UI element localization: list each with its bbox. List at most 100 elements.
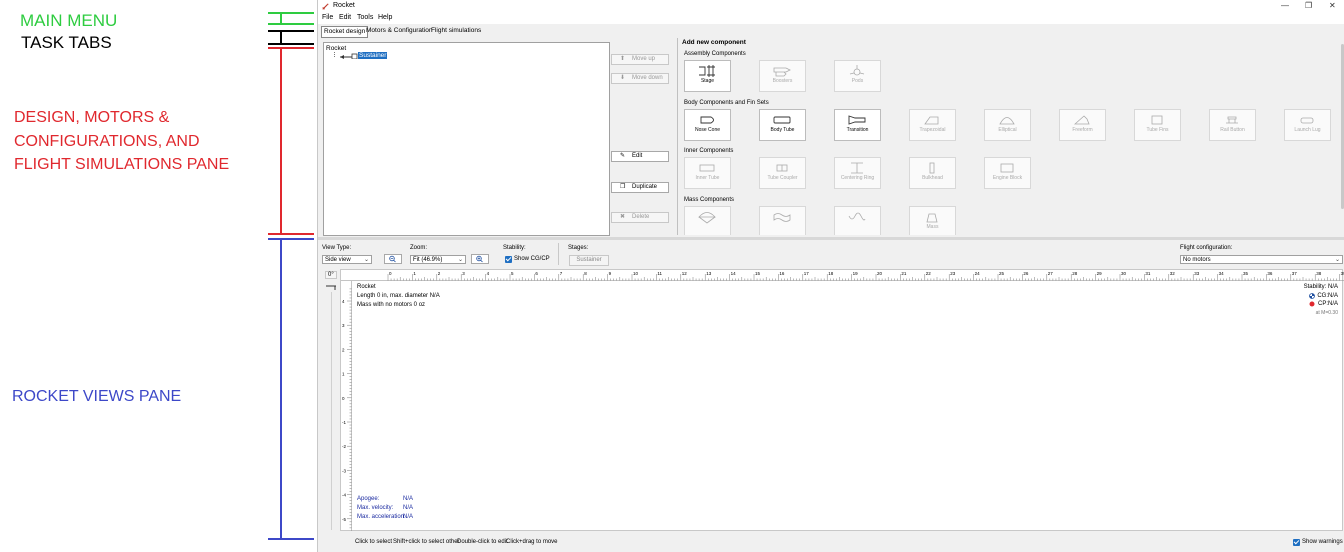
ruler-y-label: -5 [342, 517, 346, 522]
ruler-x-label: 18 [828, 271, 834, 276]
tab-rocket-design[interactable]: Rocket design [321, 26, 369, 38]
body-tube-icon [773, 116, 791, 124]
tree-item-sustainer[interactable]: Sustainer [358, 52, 388, 59]
show-warnings-label: Show warnings [1302, 539, 1343, 545]
add-tube-fins-button[interactable]: Tube Fins [1134, 109, 1181, 141]
close-icon[interactable]: ✕ [1329, 1, 1336, 10]
ruler-x-label: 17 [804, 271, 810, 276]
ruler-x-label: 34 [1219, 271, 1225, 276]
cg-icon [1309, 293, 1315, 299]
ruler-y-label: -3 [342, 468, 346, 473]
zoom-select[interactable]: Fit (46.9%) ⌄ [410, 255, 466, 264]
max-velocity-label: Max. velocity: [357, 505, 394, 511]
trapezoidal-fin-icon [924, 116, 939, 125]
restore-icon[interactable]: ❐ [1305, 1, 1312, 10]
ruler-y-label: 0 [342, 396, 345, 401]
component-label: Stage [700, 78, 715, 84]
component-label: Freeform [1072, 127, 1093, 133]
add-shock-cord-button[interactable] [834, 206, 881, 235]
launch-lug-icon [1300, 117, 1314, 124]
rocket-view-canvas[interactable]: 0 1 2 3 4 5 6 7 8 9 10 11 12 13 14 15 16 17 18 19 20 21 22 23 24… [340, 269, 1344, 531]
add-nose-cone-button[interactable]: Nose Cone [684, 109, 731, 141]
stage-icon [699, 65, 715, 77]
ruler-x-label: 12 [682, 271, 688, 276]
ruler-x-label: 2 [438, 271, 441, 276]
show-warnings-checkbox[interactable] [1293, 539, 1300, 546]
ruler-x-label: 27 [1048, 271, 1054, 276]
add-trapezoidal-fin-button[interactable]: Trapezoidal [909, 109, 956, 141]
ruler-x-label: 8 [584, 271, 587, 276]
mach-value: at M=0.30 [1315, 310, 1338, 316]
add-bulkhead-button[interactable]: Bulkhead [909, 157, 956, 189]
pane-divider[interactable] [318, 237, 1344, 240]
annotation-task-tabs: TASK TABS [21, 33, 112, 52]
stage-sustainer-button[interactable]: Sustainer [569, 255, 609, 266]
menu-edit[interactable]: Edit [339, 14, 351, 21]
add-stage-button[interactable]: Stage [684, 60, 731, 92]
ruler-x-label: 4 [487, 271, 490, 276]
menu-tools[interactable]: Tools [357, 14, 373, 21]
component-label: Trapezoidal [919, 127, 946, 133]
hint-click-select: Click to select [355, 539, 393, 545]
max-acceleration-value: N/A [403, 514, 414, 520]
add-freeform-fin-button[interactable]: Freeform [1059, 109, 1106, 141]
component-label: Rail Button [1220, 127, 1245, 133]
edit-icon: ✎ [620, 153, 626, 159]
add-mass-component-button[interactable]: Mass [909, 206, 956, 235]
ruler-y-label: -4 [342, 493, 346, 498]
ruler-x-label: 1 [413, 271, 416, 276]
edit-button[interactable]: ✎ Edit [611, 151, 669, 162]
freeform-fin-icon [1073, 115, 1090, 125]
ruler-x-label: 3 [462, 271, 465, 276]
add-transition-button[interactable]: Transition [834, 109, 881, 141]
tree-root-rocket[interactable]: Rocket [326, 45, 346, 52]
add-parachute-button[interactable] [684, 206, 731, 235]
title-bar: Rocket — ❐ ✕ [318, 0, 1344, 12]
add-boosters-button[interactable]: Boosters [759, 60, 806, 92]
ruler-x-label: 37 [1292, 271, 1298, 276]
add-streamer-button[interactable] [759, 206, 806, 235]
add-inner-tube-button[interactable]: Inner Tube [684, 157, 731, 189]
ruler-vertical: 4 3 2 1 0 -1 -2 -3 -4 -5 [342, 281, 352, 531]
ruler-x-label: 15 [755, 271, 761, 276]
add-elliptical-fin-button[interactable]: Elliptical [984, 109, 1031, 141]
flight-config-select[interactable]: No motors ⌄ [1180, 255, 1343, 264]
add-component-title: Add new component [682, 39, 746, 46]
add-rail-button-button[interactable]: Rail Button [1209, 109, 1256, 141]
delete-button[interactable]: ✖ Delete [611, 212, 669, 223]
menu-help[interactable]: Help [378, 14, 392, 21]
minimize-icon[interactable]: — [1281, 1, 1289, 10]
window-title: Rocket [333, 2, 355, 9]
stability-label: Stability: [503, 245, 526, 251]
add-pods-button[interactable]: Pods [834, 60, 881, 92]
add-launch-lug-button[interactable]: Launch Lug [1284, 109, 1331, 141]
menu-file[interactable]: File [322, 14, 333, 21]
move-up-button[interactable]: ⬆ Move up [611, 54, 669, 65]
view-type-select[interactable]: Side view ⌄ [322, 255, 372, 264]
rotation-handle-icon[interactable] [324, 281, 338, 291]
section-mass-components: Mass Components [684, 197, 735, 203]
component-tree[interactable]: Rocket Sustainer [323, 42, 610, 236]
flight-config-label: Flight configuration: [1180, 245, 1233, 251]
duplicate-button[interactable]: ❐ Duplicate [611, 182, 669, 193]
component-label: Mass [926, 224, 939, 230]
max-velocity-value: N/A [403, 505, 414, 511]
add-engine-block-button[interactable]: Engine Block [984, 157, 1031, 189]
ruler-x-label: 21 [901, 271, 907, 276]
cg-value: CG:N/A [1317, 293, 1338, 299]
add-body-tube-button[interactable]: Body Tube [759, 109, 806, 141]
boosters-icon [773, 67, 791, 77]
tube-coupler-icon [776, 164, 788, 172]
tab-motors-configuration[interactable]: Motors & Configuration [364, 26, 434, 36]
move-down-button[interactable]: ⬇ Move down [611, 73, 669, 84]
add-tube-coupler-button[interactable]: Tube Coupler [759, 157, 806, 189]
annotation-rocket-views-pane: ROCKET VIEWS PANE [12, 388, 182, 405]
rotation-readout[interactable]: 0° [325, 271, 337, 279]
rotation-slider-track[interactable] [331, 292, 332, 530]
ruler-x-label: 11 [657, 271, 662, 276]
show-cgcp-checkbox[interactable] [505, 256, 512, 263]
zoom-in-button[interactable] [471, 254, 489, 264]
tab-flight-simulations[interactable]: Flight simulations [429, 26, 483, 36]
zoom-out-button[interactable] [384, 254, 402, 264]
add-centering-ring-button[interactable]: Centering Ring [834, 157, 881, 189]
